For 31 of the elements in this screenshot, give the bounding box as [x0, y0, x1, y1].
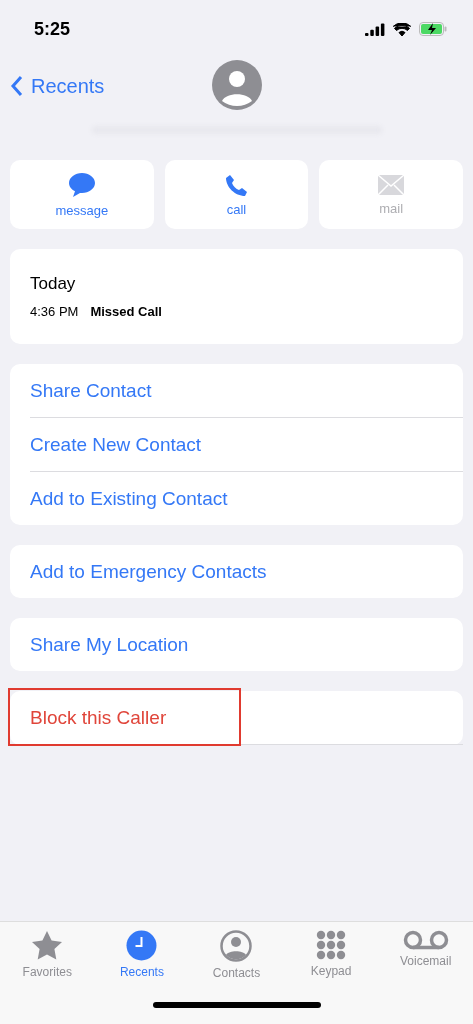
keypad-icon: [316, 930, 347, 960]
phone-icon: [224, 172, 249, 197]
signal-icon: [365, 22, 385, 36]
menu-link[interactable]: Add to Existing Contact: [30, 472, 463, 525]
status-time: 5:25: [34, 18, 71, 40]
tab-item[interactable]: Recents: [101, 930, 182, 980]
battery-charging-icon: [419, 22, 447, 36]
person-circle-icon: [220, 930, 253, 962]
menu-link[interactable]: Block this Caller: [30, 691, 463, 745]
call-button[interactable]: call: [164, 160, 309, 229]
message-button[interactable]: message: [10, 160, 154, 229]
star-icon: [31, 930, 64, 961]
tab-item[interactable]: Favorites: [7, 930, 88, 980]
voicemail-icon: [402, 930, 449, 950]
back-link[interactable]: Recents: [10, 74, 105, 98]
menu-link[interactable]: Add to Emergency Contacts: [30, 545, 463, 598]
avatar-icon: [212, 60, 262, 110]
call-time: 4:36 PM: [30, 304, 79, 319]
tab-item[interactable]: Keypad: [291, 930, 372, 980]
menu-link[interactable]: Create New Contact: [30, 418, 463, 472]
envelope-icon: [377, 173, 406, 196]
call-day: Today: [30, 274, 443, 294]
menu-link[interactable]: Share My Location: [30, 618, 463, 671]
tab-item[interactable]: Voicemail: [385, 930, 466, 980]
clock-icon: [126, 930, 158, 961]
wifi-icon: [393, 22, 411, 36]
chevron-left-icon: [10, 75, 23, 97]
tab-item[interactable]: Contacts: [196, 930, 277, 980]
speech-bubble-icon: [67, 171, 96, 198]
menu-link[interactable]: Share Contact: [30, 364, 463, 418]
call-type: Missed Call: [90, 304, 162, 319]
